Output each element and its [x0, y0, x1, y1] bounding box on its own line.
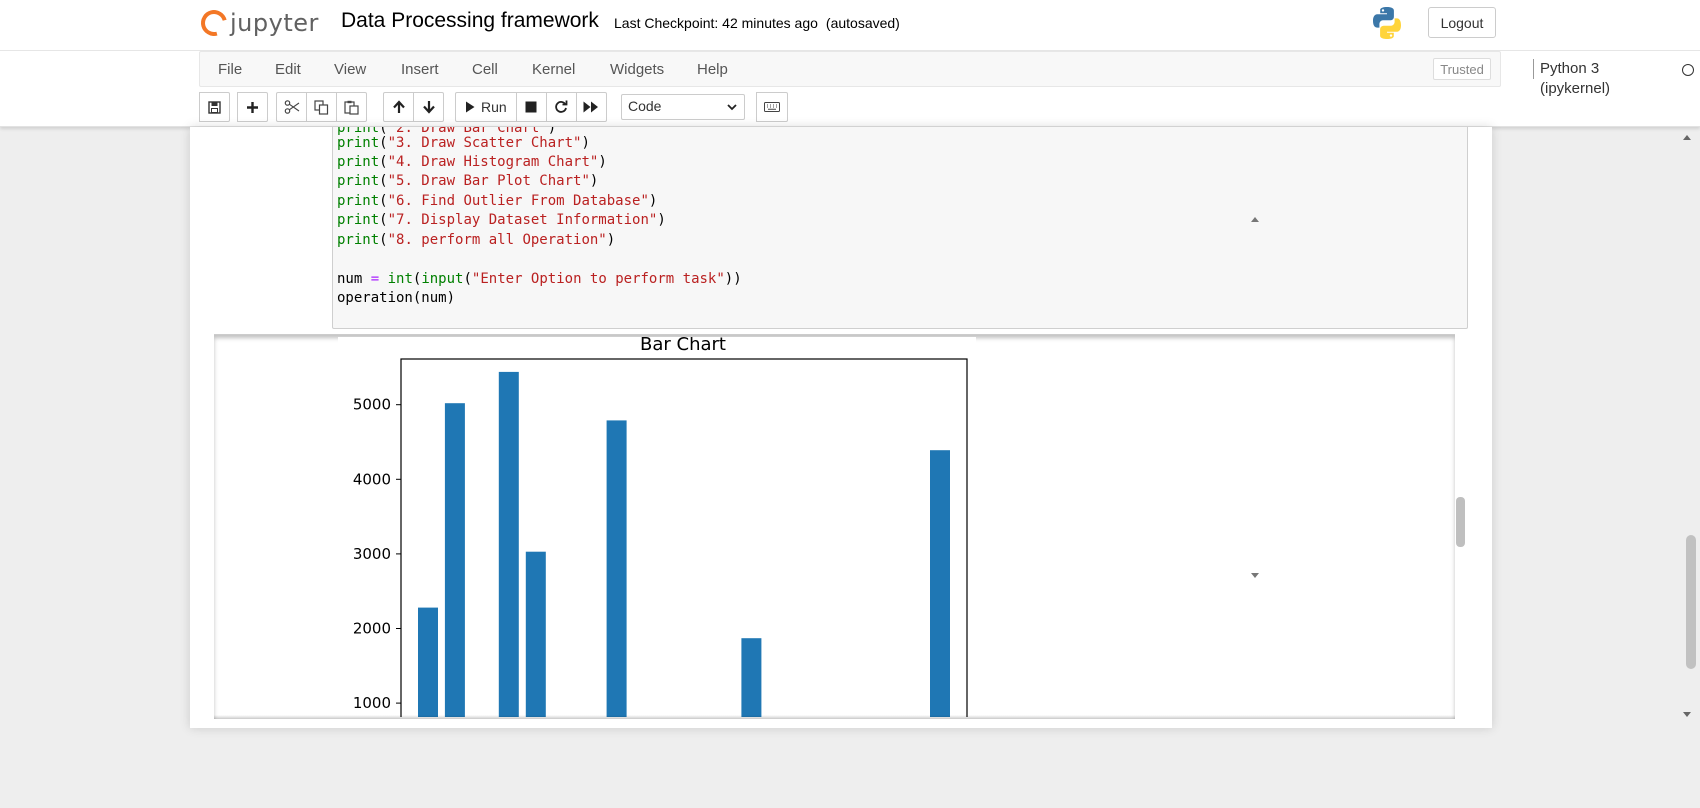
menu-file[interactable]: File	[218, 61, 242, 78]
scissors-icon	[284, 100, 299, 114]
output-scroll-down-icon[interactable]	[1250, 572, 1260, 580]
chart-bar	[418, 607, 438, 717]
fast-forward-icon	[583, 101, 599, 113]
paste-icon	[344, 100, 359, 115]
code-line: print("4. Draw Histogram Chart")	[337, 154, 607, 170]
menu-widgets[interactable]: Widgets	[610, 61, 664, 78]
jupyter-logo-icon	[196, 5, 232, 41]
code-line: operation(num)	[337, 290, 456, 306]
menu-edit[interactable]: Edit	[275, 61, 301, 78]
floppy-icon	[208, 100, 221, 114]
code-line: print("5. Draw Bar Plot Chart")	[337, 173, 599, 189]
restart-run-all-button[interactable]	[575, 92, 607, 122]
chart-bar	[525, 551, 546, 717]
plus-icon	[247, 101, 258, 113]
menubar: File Edit View Insert Cell Kernel Widget…	[199, 51, 1694, 97]
code-line: num = int(input("Enter Option to perform…	[337, 271, 742, 287]
command-palette-button[interactable]	[756, 92, 788, 122]
run-button[interactable]: Run	[455, 92, 517, 122]
save-button[interactable]	[199, 92, 230, 122]
trusted-badge[interactable]: Trusted	[1433, 58, 1491, 80]
toolbar-insert-group	[237, 92, 268, 122]
chart-bar	[498, 371, 519, 717]
menu-help[interactable]: Help	[697, 61, 728, 78]
menu-view[interactable]: View	[334, 61, 366, 78]
run-label: Run	[481, 99, 507, 115]
arrow-down-icon	[422, 101, 435, 114]
header: jupyter Data Processing framework Last C…	[0, 0, 1700, 51]
stop-icon	[525, 101, 537, 113]
chart-bar	[741, 638, 762, 717]
jupyter-logo-text: jupyter	[230, 9, 319, 37]
menubar-area: File Edit View Insert Cell Kernel Widget…	[0, 51, 1700, 127]
chart-bar	[444, 403, 465, 717]
toolbar-run-group: Run	[455, 92, 607, 122]
cut-button[interactable]	[276, 92, 307, 122]
paste-button[interactable]	[336, 92, 367, 122]
chart-bar	[606, 420, 627, 717]
arrow-up-icon	[392, 100, 405, 113]
code-cell-input[interactable]: print("2. Draw Bar Chart") print("3. Dra…	[332, 127, 1468, 329]
chart-ytick-label: 4000	[353, 470, 391, 488]
code-cell-output[interactable]: Bar Chart 1000 2000 3000 4000 5000	[214, 334, 1455, 719]
checkpoint-status: Last Checkpoint: 42 minutes ago (autosave…	[614, 15, 900, 31]
output-scrollbar-thumb[interactable]	[1456, 497, 1465, 547]
toolbar-move-group	[383, 92, 444, 122]
restart-icon	[555, 100, 568, 113]
menu-insert[interactable]: Insert	[401, 61, 439, 78]
jupyter-logo[interactable]: jupyter	[196, 5, 319, 41]
kernel-idle-icon	[1682, 64, 1694, 76]
chart-ytick-label: 3000	[353, 545, 391, 563]
chart-ytick-label: 2000	[353, 620, 391, 638]
toolbar-keyboard-group	[756, 92, 788, 122]
chart-ytick-label: 1000	[353, 694, 391, 712]
output-scroll-up-icon[interactable]	[1250, 215, 1260, 223]
menu-kernel[interactable]: Kernel	[532, 61, 575, 78]
kernel-name[interactable]: Python 3 (ipykernel)	[1533, 59, 1610, 97]
code-line: print("7. Display Dataset Information")	[337, 212, 666, 228]
chart-title: Bar Chart	[640, 337, 726, 355]
code-line: print("8. perform all Operation")	[337, 232, 616, 248]
chart-bar	[930, 450, 950, 717]
checkpoint-text: Last Checkpoint: 42 minutes ago	[614, 15, 818, 31]
chevron-down-icon	[727, 104, 737, 111]
toolbar-save-group	[199, 92, 230, 122]
page-scroll-down-icon[interactable]	[1682, 711, 1692, 719]
menu-cell[interactable]: Cell	[472, 61, 498, 78]
bar-chart: Bar Chart 1000 2000 3000 4000 5000	[338, 337, 976, 717]
cell-type-value: Code	[628, 98, 662, 114]
cell-type-select[interactable]: Code	[621, 94, 745, 120]
copy-button[interactable]	[306, 92, 337, 122]
page-scrollbar-thumb[interactable]	[1686, 535, 1696, 669]
python-logo-icon	[1373, 7, 1401, 39]
toolbar-edit-group	[276, 92, 367, 122]
chart-axes-frame	[400, 358, 968, 717]
interrupt-button[interactable]	[515, 92, 547, 122]
code-line: print("6. Find Outlier From Database")	[337, 193, 658, 209]
logout-button[interactable]: Logout	[1428, 7, 1496, 38]
chart-ytick-label: 5000	[353, 396, 391, 414]
keyboard-icon	[764, 102, 780, 112]
restart-button[interactable]	[545, 92, 577, 122]
move-up-button[interactable]	[383, 92, 414, 122]
autosave-status: (autosaved)	[825, 15, 900, 31]
copy-icon	[314, 99, 329, 115]
code-line: print("3. Draw Scatter Chart")	[337, 135, 590, 151]
page-scroll-up-icon[interactable]	[1682, 133, 1692, 141]
notebook-container: print("2. Draw Bar Chart") print("3. Dra…	[190, 127, 1492, 728]
move-down-button[interactable]	[413, 92, 444, 122]
notebook-title[interactable]: Data Processing framework	[341, 9, 599, 33]
play-icon	[466, 101, 475, 113]
insert-cell-button[interactable]	[237, 92, 268, 122]
